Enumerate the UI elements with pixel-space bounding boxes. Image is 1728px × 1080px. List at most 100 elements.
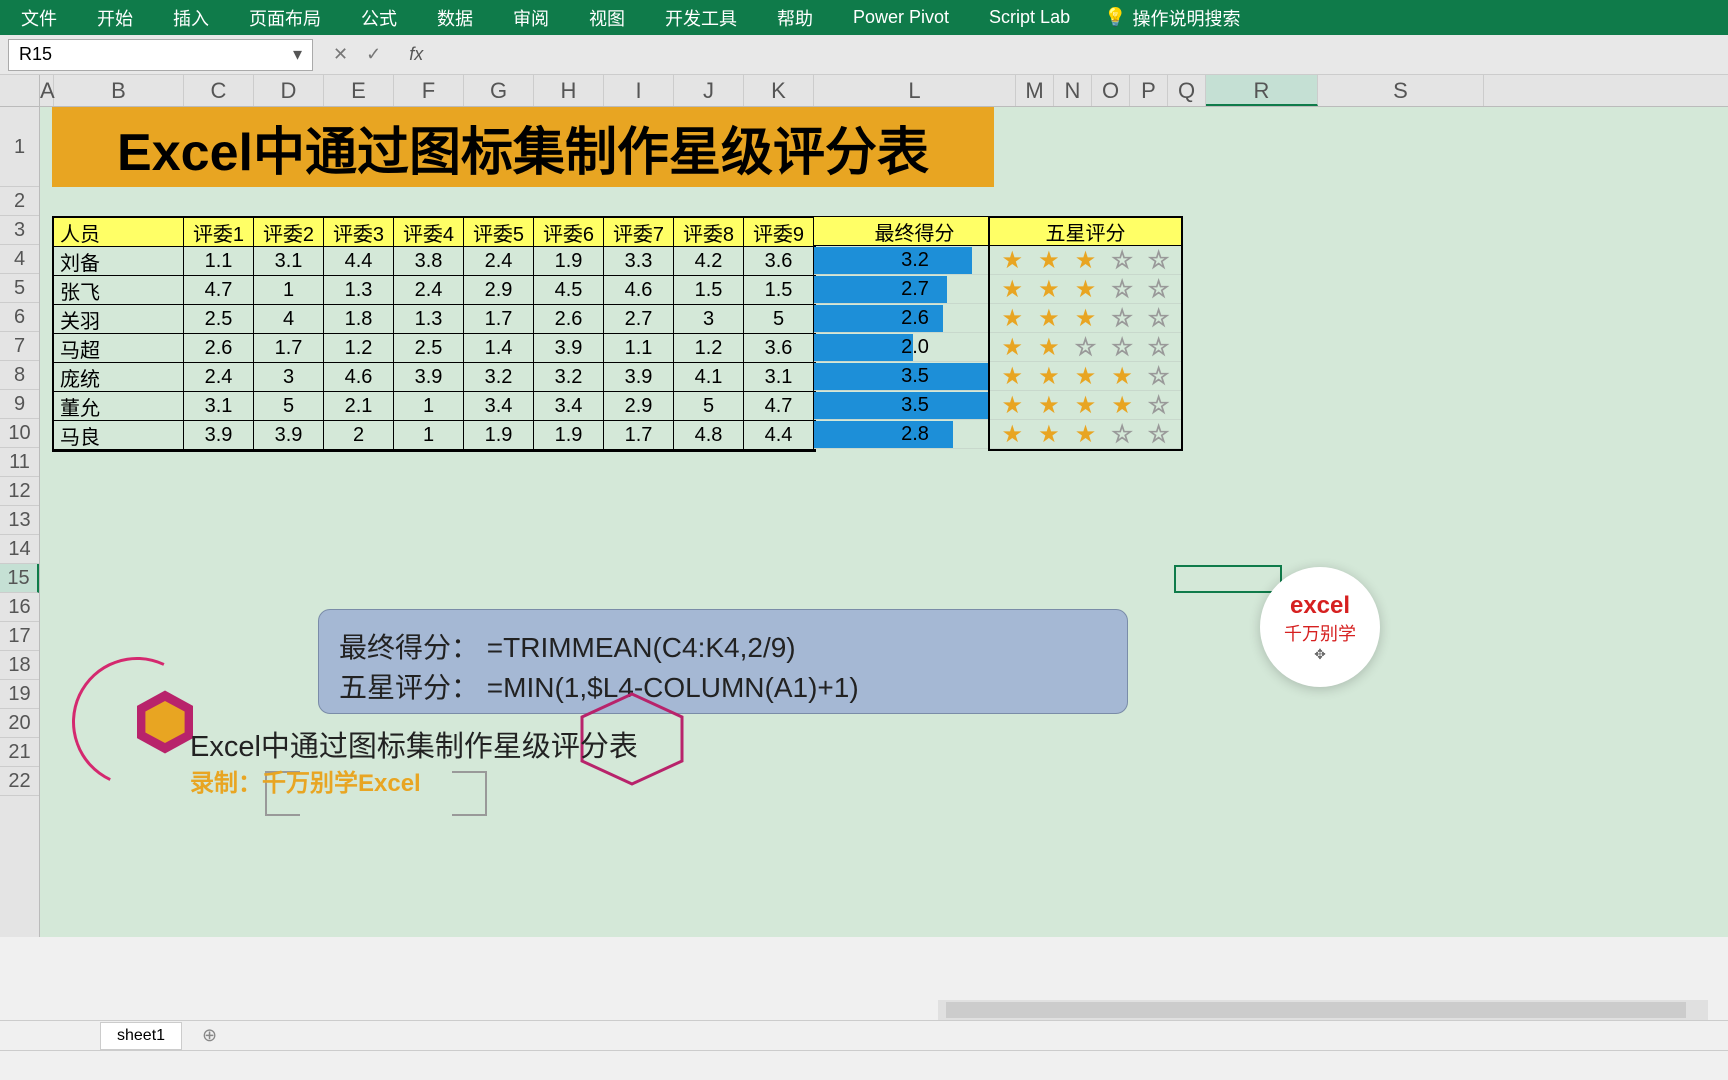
column-header-R[interactable]: R (1206, 75, 1318, 106)
cell-score-0-6[interactable]: 3.3 (604, 247, 674, 276)
cell-score-6-0[interactable]: 3.9 (184, 421, 254, 450)
row-header-14[interactable]: 14 (0, 535, 39, 564)
column-header-Q[interactable]: Q (1168, 75, 1206, 106)
row-header-16[interactable]: 16 (0, 593, 39, 622)
cell-score-4-6[interactable]: 3.9 (604, 363, 674, 392)
ribbon-tab-help[interactable]: 帮助 (771, 1, 819, 35)
cell-name-5[interactable]: 董允 (54, 392, 184, 421)
row-header-22[interactable]: 22 (0, 767, 39, 796)
cell-score-6-7[interactable]: 4.8 (674, 421, 744, 450)
cell-score-2-2[interactable]: 1.8 (324, 305, 394, 334)
cell-score-3-1[interactable]: 1.7 (254, 334, 324, 363)
column-header-I[interactable]: I (604, 75, 674, 106)
stars-header[interactable]: 五星评分 (990, 218, 1181, 246)
ribbon-tab-view[interactable]: 视图 (583, 1, 631, 35)
cell-score-2-6[interactable]: 2.7 (604, 305, 674, 334)
stars-row-2[interactable]: ★★★☆☆ (990, 304, 1181, 333)
final-score-cell-3[interactable]: 2.0 (814, 333, 1016, 362)
cancel-icon[interactable]: ✕ (333, 44, 348, 65)
column-header-D[interactable]: D (254, 75, 324, 106)
cell-score-5-3[interactable]: 1 (394, 392, 464, 421)
header-judge-9[interactable]: 评委9 (744, 218, 814, 247)
column-header-L[interactable]: L (814, 75, 1016, 106)
final-score-cell-2[interactable]: 2.6 (814, 304, 1016, 333)
header-judge-3[interactable]: 评委3 (324, 218, 394, 247)
name-box[interactable]: R15 ▾ (8, 39, 313, 71)
fx-label[interactable]: fx (409, 44, 423, 65)
column-header-J[interactable]: J (674, 75, 744, 106)
cell-score-0-4[interactable]: 2.4 (464, 247, 534, 276)
add-sheet-button[interactable]: ⊕ (202, 1025, 217, 1046)
row-header-18[interactable]: 18 (0, 651, 39, 680)
horizontal-scrollbar[interactable] (938, 1000, 1708, 1020)
ribbon-tab-home[interactable]: 开始 (91, 1, 139, 35)
cell-score-5-5[interactable]: 3.4 (534, 392, 604, 421)
row-header-13[interactable]: 13 (0, 506, 39, 535)
cell-score-0-7[interactable]: 4.2 (674, 247, 744, 276)
header-judge-2[interactable]: 评委2 (254, 218, 324, 247)
stars-row-0[interactable]: ★★★☆☆ (990, 246, 1181, 275)
column-header-G[interactable]: G (464, 75, 534, 106)
cell-score-0-5[interactable]: 1.9 (534, 247, 604, 276)
row-header-11[interactable]: 11 (0, 448, 39, 477)
scrollbar-thumb[interactable] (946, 1002, 1686, 1018)
header-judge-6[interactable]: 评委6 (534, 218, 604, 247)
cell-score-5-0[interactable]: 3.1 (184, 392, 254, 421)
ribbon-tab-insert[interactable]: 插入 (167, 1, 215, 35)
cell-score-1-5[interactable]: 4.5 (534, 276, 604, 305)
cell-score-2-8[interactable]: 5 (744, 305, 814, 334)
row-header-1[interactable]: 1 (0, 107, 39, 187)
cell-score-5-7[interactable]: 5 (674, 392, 744, 421)
row-header-15[interactable]: 15 (0, 564, 39, 593)
header-person[interactable]: 人员 (54, 218, 184, 247)
cell-score-4-8[interactable]: 3.1 (744, 363, 814, 392)
final-score-header[interactable]: 最终得分 (814, 216, 1016, 246)
cell-score-5-2[interactable]: 2.1 (324, 392, 394, 421)
final-score-cell-5[interactable]: 3.5 (814, 391, 1016, 420)
header-judge-4[interactable]: 评委4 (394, 218, 464, 247)
column-header-S[interactable]: S (1318, 75, 1484, 106)
header-judge-7[interactable]: 评委7 (604, 218, 674, 247)
ribbon-tab-developer[interactable]: 开发工具 (659, 1, 743, 35)
cell-score-4-7[interactable]: 4.1 (674, 363, 744, 392)
stars-row-1[interactable]: ★★★☆☆ (990, 275, 1181, 304)
header-judge-5[interactable]: 评委5 (464, 218, 534, 247)
enter-icon[interactable]: ✓ (366, 44, 381, 65)
cell-name-4[interactable]: 庞统 (54, 363, 184, 392)
column-header-B[interactable]: B (54, 75, 184, 106)
cell-name-1[interactable]: 张飞 (54, 276, 184, 305)
cell-score-0-3[interactable]: 3.8 (394, 247, 464, 276)
cell-score-3-0[interactable]: 2.6 (184, 334, 254, 363)
cell-score-0-1[interactable]: 3.1 (254, 247, 324, 276)
cell-name-0[interactable]: 刘备 (54, 247, 184, 276)
row-header-20[interactable]: 20 (0, 709, 39, 738)
cell-score-2-5[interactable]: 2.6 (534, 305, 604, 334)
column-header-C[interactable]: C (184, 75, 254, 106)
stars-row-3[interactable]: ★★☆☆☆ (990, 333, 1181, 362)
row-header-6[interactable]: 6 (0, 303, 39, 332)
cell-score-4-5[interactable]: 3.2 (534, 363, 604, 392)
row-header-5[interactable]: 5 (0, 274, 39, 303)
cell-score-3-3[interactable]: 2.5 (394, 334, 464, 363)
cell-score-6-6[interactable]: 1.7 (604, 421, 674, 450)
ribbon-tab-formulas[interactable]: 公式 (355, 1, 403, 35)
cell-name-6[interactable]: 马良 (54, 421, 184, 450)
cell-score-1-1[interactable]: 1 (254, 276, 324, 305)
ribbon-tab-review[interactable]: 审阅 (507, 1, 555, 35)
final-score-cell-0[interactable]: 3.2 (814, 246, 1016, 275)
cell-score-2-3[interactable]: 1.3 (394, 305, 464, 334)
stars-row-6[interactable]: ★★★☆☆ (990, 420, 1181, 449)
cell-score-2-0[interactable]: 2.5 (184, 305, 254, 334)
sheet-tab-1[interactable]: sheet1 (100, 1022, 182, 1050)
row-header-21[interactable]: 21 (0, 738, 39, 767)
ribbon-tab-scriptlab[interactable]: Script Lab (983, 3, 1076, 32)
cell-score-4-3[interactable]: 3.9 (394, 363, 464, 392)
chevron-down-icon[interactable]: ▾ (293, 44, 302, 65)
cell-name-3[interactable]: 马超 (54, 334, 184, 363)
stars-row-4[interactable]: ★★★★☆ (990, 362, 1181, 391)
column-header-A[interactable]: A (40, 75, 54, 106)
cell-score-5-4[interactable]: 3.4 (464, 392, 534, 421)
row-header-12[interactable]: 12 (0, 477, 39, 506)
ribbon-tab-powerpivot[interactable]: Power Pivot (847, 3, 955, 32)
cell-score-0-0[interactable]: 1.1 (184, 247, 254, 276)
